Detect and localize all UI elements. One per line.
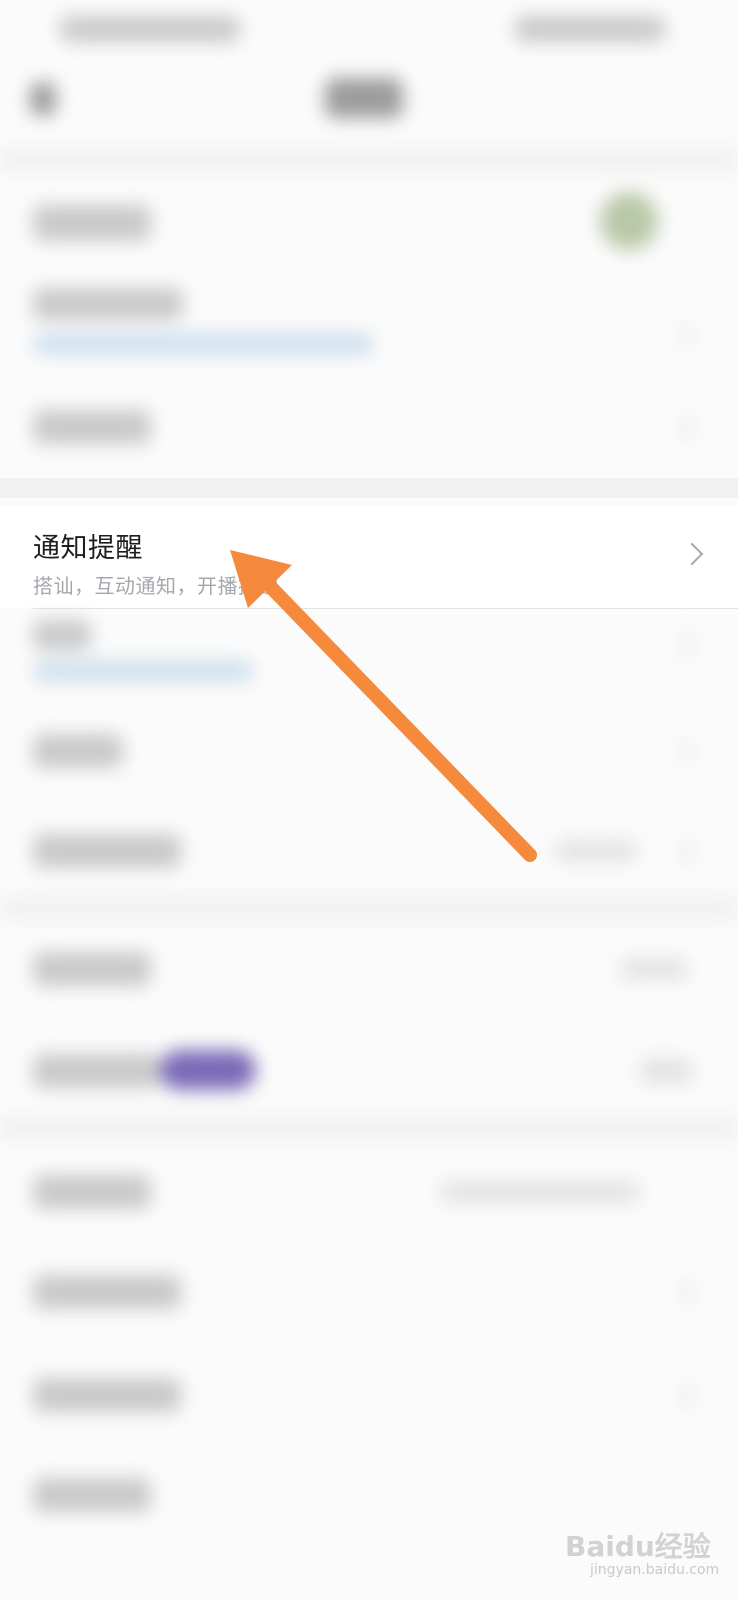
list-item[interactable] [33,1275,181,1309]
badge [160,1050,256,1090]
list-item[interactable] [33,205,151,241]
list-item[interactable] [33,1175,151,1209]
list-item[interactable] [33,410,151,444]
notification-settings-title: 通知提醒 [33,533,143,564]
list-item-subtitle [33,333,373,355]
row-divider [33,608,738,609]
section-divider [0,898,738,918]
list-item[interactable] [33,1478,151,1512]
list-item-value [640,1058,692,1084]
list-item[interactable] [33,734,123,768]
chevron-right-icon [668,838,695,865]
arrow-shaft [255,571,537,862]
status-bar-left [60,16,240,42]
watermark-brand: Baidu经验 [565,1530,711,1563]
chevron-right-icon [668,632,695,659]
chevron-right-icon [680,542,704,566]
list-item-value [620,958,688,980]
list-item[interactable] [33,1378,181,1412]
notification-settings-row[interactable]: 通知提醒 搭讪，互动通知，开播提醒 [0,506,738,608]
section-divider [0,478,738,498]
list-item[interactable] [33,1054,161,1088]
chevron-right-icon [668,1279,695,1306]
list-item[interactable] [33,620,91,650]
section-divider [0,1118,738,1138]
chevron-right-icon [668,1382,695,1409]
notification-settings-subtitle: 搭讪，互动通知，开播提醒 [33,574,279,598]
avatar [600,192,658,250]
list-item[interactable] [33,952,151,986]
chevron-right-icon [668,414,695,441]
page-title [325,78,403,118]
status-bar-right [515,16,665,42]
section-divider [0,150,738,170]
back-icon[interactable] [30,82,56,116]
chevron-right-icon [668,322,695,349]
list-item[interactable] [33,288,183,320]
list-item-value [555,840,637,862]
list-item[interactable] [33,834,181,868]
chevron-right-icon [668,738,695,765]
list-item-value [440,1181,640,1203]
list-item-subtitle [33,660,253,682]
settings-screen: 通知提醒 搭讪，互动通知，开播提醒 Baidu经验 jingyan.baidu.… [0,0,738,1600]
watermark-url: jingyan.baidu.com [590,1562,720,1578]
